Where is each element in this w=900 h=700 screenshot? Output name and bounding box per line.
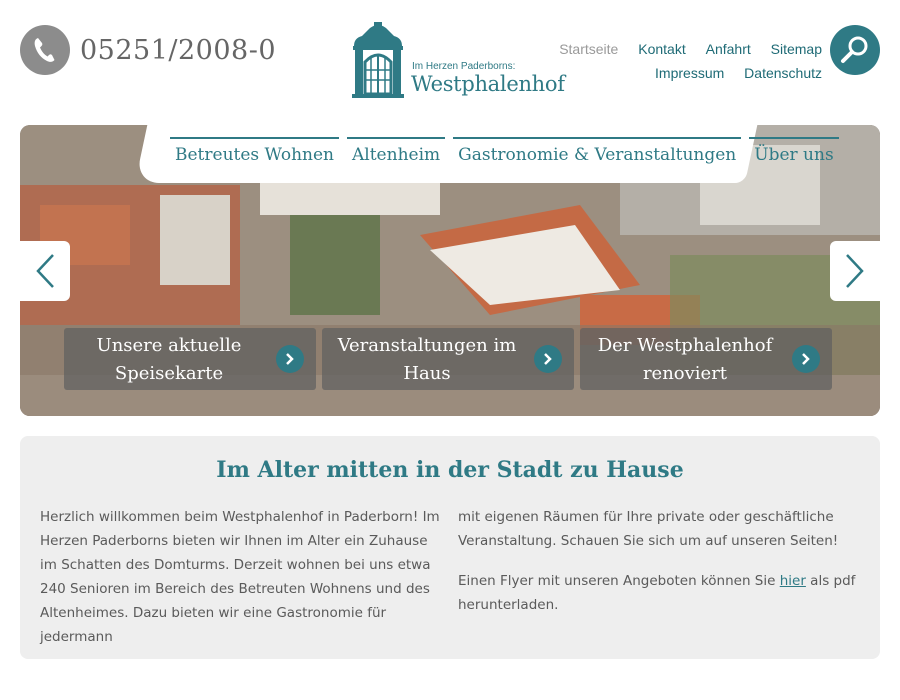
logo-tagline: Im Herzen Paderborns: xyxy=(412,61,516,72)
nav-link-datenschutz[interactable]: Datenschutz xyxy=(744,65,822,81)
intro-panel: Im Alter mitten in der Stadt zu Hause He… xyxy=(20,436,880,659)
teaser-card-label: Der Westphalenhof renoviert xyxy=(597,335,773,384)
logo-name: Westphalenhof xyxy=(411,72,565,96)
search-button[interactable] xyxy=(830,25,880,75)
site-logo[interactable]: Im Herzen Paderborns: Westphalenhof xyxy=(350,22,565,102)
nav-link-anfahrt[interactable]: Anfahrt xyxy=(706,41,751,57)
flyer-download-link[interactable]: hier xyxy=(780,573,806,589)
phone-number[interactable]: 05251/2008-0 xyxy=(80,35,276,66)
gate-logo-icon xyxy=(352,22,404,98)
flyer-text-before: Einen Flyer mit unseren Angeboten können… xyxy=(458,573,780,589)
nav-link-startseite[interactable]: Startseite xyxy=(559,41,618,57)
nav-link-kontakt[interactable]: Kontakt xyxy=(638,41,685,57)
teaser-card-speisekarte[interactable]: Unsere aktuelle Speisekarte xyxy=(64,328,316,390)
chevron-right-icon[interactable] xyxy=(792,345,820,373)
chevron-right-icon xyxy=(846,254,864,288)
intro-column-left: Herzlich willkommen beim Westphalenhof i… xyxy=(40,505,440,649)
main-navigation: Betreutes Wohnen Altenheim Gastronomie &… xyxy=(170,137,839,165)
teaser-card-renoviert[interactable]: Der Westphalenhof renoviert xyxy=(580,328,832,390)
chevron-right-icon[interactable] xyxy=(276,345,304,373)
flyer-paragraph: Einen Flyer mit unseren Angeboten können… xyxy=(458,569,858,617)
main-nav-item-altenheim[interactable]: Altenheim xyxy=(347,137,446,165)
carousel-next-button[interactable] xyxy=(830,241,880,301)
chevron-left-icon xyxy=(36,254,54,288)
main-nav-item-ueber-uns[interactable]: Über uns xyxy=(749,137,839,165)
phone-icon xyxy=(20,25,70,75)
main-nav-item-betreutes-wohnen[interactable]: Betreutes Wohnen xyxy=(170,137,340,165)
nav-link-impressum[interactable]: Impressum xyxy=(655,65,724,81)
teaser-card-label: Unsere aktuelle Speisekarte xyxy=(96,335,242,384)
carousel-prev-button[interactable] xyxy=(20,241,70,301)
main-nav-item-gastronomie[interactable]: Gastronomie & Veranstaltungen xyxy=(453,137,742,165)
intro-paragraph: mit eigenen Räumen für Ihre private oder… xyxy=(458,509,839,549)
teaser-card-label: Veranstaltungen im Haus xyxy=(337,335,517,384)
hero-carousel: Betreutes Wohnen Altenheim Gastronomie &… xyxy=(20,125,880,416)
search-icon xyxy=(841,36,868,63)
intro-column-right: mit eigenen Räumen für Ihre private oder… xyxy=(458,505,858,617)
phone-block: 05251/2008-0 xyxy=(20,25,276,75)
top-navigation: Startseite Kontakt Anfahrt Sitemap Impre… xyxy=(543,37,822,85)
teaser-card-veranstaltungen[interactable]: Veranstaltungen im Haus xyxy=(322,328,574,390)
nav-link-sitemap[interactable]: Sitemap xyxy=(771,41,822,57)
intro-title: Im Alter mitten in der Stadt zu Hause xyxy=(216,457,684,483)
chevron-right-icon[interactable] xyxy=(534,345,562,373)
intro-paragraph: Herzlich willkommen beim Westphalenhof i… xyxy=(40,509,440,645)
